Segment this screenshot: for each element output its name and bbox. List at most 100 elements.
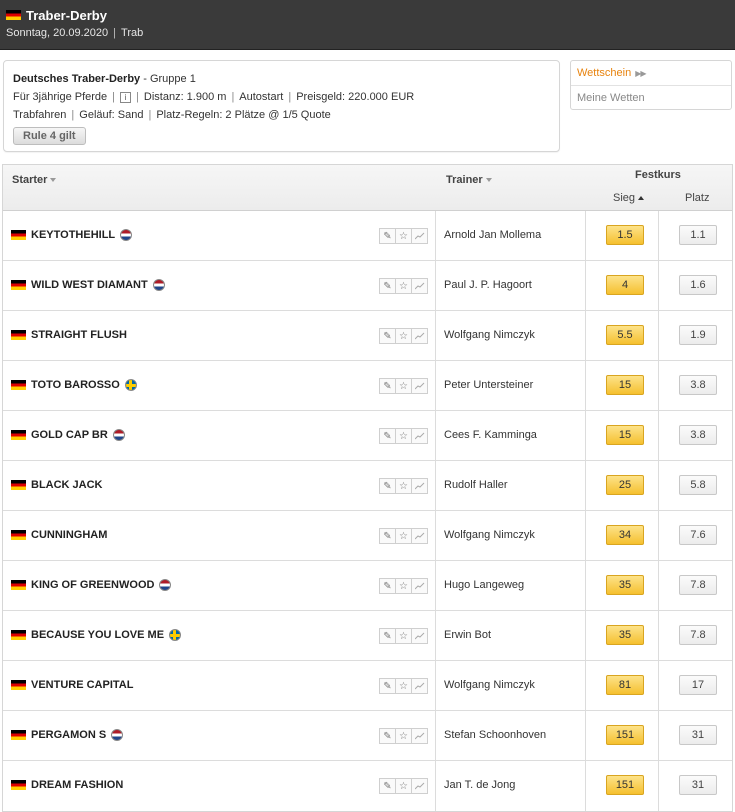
sieg-odds-button[interactable]: 35 bbox=[606, 625, 644, 645]
pencil-icon[interactable]: ✎ bbox=[379, 428, 396, 444]
chart-icon[interactable] bbox=[411, 728, 428, 744]
platz-odds-button[interactable]: 7.8 bbox=[679, 575, 717, 595]
platz-odds-button[interactable]: 7.6 bbox=[679, 525, 717, 545]
star-icon[interactable]: ☆ bbox=[395, 278, 412, 294]
sieg-odds-button[interactable]: 151 bbox=[606, 725, 644, 745]
wettschein-link[interactable]: Wettschein ▶▶ bbox=[571, 61, 731, 85]
chart-icon[interactable] bbox=[411, 278, 428, 294]
pencil-icon[interactable]: ✎ bbox=[379, 278, 396, 294]
wettschein-label: Wettschein bbox=[577, 67, 632, 79]
sieg-odds-button[interactable]: 151 bbox=[606, 775, 644, 795]
pencil-icon[interactable]: ✎ bbox=[379, 528, 396, 544]
race-name: Deutsches Traber-Derby bbox=[13, 73, 141, 85]
sieg-odds-button[interactable]: 25 bbox=[606, 475, 644, 495]
horse-name[interactable]: PERGAMON S bbox=[31, 729, 106, 741]
horse-name[interactable]: CUNNINGHAM bbox=[31, 529, 107, 541]
star-icon[interactable]: ☆ bbox=[395, 728, 412, 744]
star-icon[interactable]: ☆ bbox=[395, 478, 412, 494]
table-row: VENTURE CAPITAL ✎ ☆ Wolfgang Nimczyk 81 … bbox=[3, 661, 732, 711]
horse-name[interactable]: BECAUSE YOU LOVE ME bbox=[31, 629, 164, 641]
chart-icon[interactable] bbox=[411, 778, 428, 794]
star-icon[interactable]: ☆ bbox=[395, 528, 412, 544]
sieg-odds-button[interactable]: 15 bbox=[606, 375, 644, 395]
chart-icon[interactable] bbox=[411, 678, 428, 694]
platz-odds-button[interactable]: 1.9 bbox=[679, 325, 717, 345]
sieg-odds-button[interactable]: 1.5 bbox=[606, 225, 644, 245]
pencil-icon[interactable]: ✎ bbox=[379, 478, 396, 494]
horse-name[interactable]: WILD WEST DIAMANT bbox=[31, 279, 148, 291]
col-platz[interactable]: Platz bbox=[685, 192, 709, 204]
platz-odds-button[interactable]: 3.8 bbox=[679, 375, 717, 395]
chart-icon[interactable] bbox=[411, 628, 428, 644]
trainer-cell: Wolfgang Nimczyk bbox=[436, 661, 586, 710]
starter-cell: KEYTOTHEHILL ✎ ☆ bbox=[3, 211, 436, 260]
star-icon[interactable]: ☆ bbox=[395, 378, 412, 394]
info-icon[interactable]: i bbox=[120, 91, 132, 103]
starter-cell: BLACK JACK ✎ ☆ bbox=[3, 461, 436, 510]
sieg-odds-button[interactable]: 15 bbox=[606, 425, 644, 445]
horse-name[interactable]: KEYTOTHEHILL bbox=[31, 229, 115, 241]
chart-icon[interactable] bbox=[411, 478, 428, 494]
platz-cell: 1.9 bbox=[659, 311, 734, 360]
horse-name[interactable]: TOTO BAROSSO bbox=[31, 379, 120, 391]
chart-icon[interactable] bbox=[411, 228, 428, 244]
table-row: CUNNINGHAM ✎ ☆ Wolfgang Nimczyk 34 7.6 bbox=[3, 511, 732, 561]
sieg-odds-button[interactable]: 81 bbox=[606, 675, 644, 695]
horse-name[interactable]: BLACK JACK bbox=[31, 479, 103, 491]
star-icon[interactable]: ☆ bbox=[395, 678, 412, 694]
horse-name[interactable]: STRAIGHT FLUSH bbox=[31, 329, 127, 341]
col-trainer[interactable]: Trainer bbox=[446, 174, 492, 186]
pencil-icon[interactable]: ✎ bbox=[379, 628, 396, 644]
sort-arrow-icon bbox=[485, 178, 492, 183]
germany-flag-icon bbox=[11, 530, 26, 540]
pencil-icon[interactable]: ✎ bbox=[379, 578, 396, 594]
pencil-icon[interactable]: ✎ bbox=[379, 778, 396, 794]
pencil-icon[interactable]: ✎ bbox=[379, 228, 396, 244]
platz-odds-button[interactable]: 5.8 bbox=[679, 475, 717, 495]
platz-odds-button[interactable]: 31 bbox=[679, 725, 717, 745]
star-icon[interactable]: ☆ bbox=[395, 578, 412, 594]
chart-icon[interactable] bbox=[411, 378, 428, 394]
chart-icon[interactable] bbox=[411, 528, 428, 544]
platz-odds-button[interactable]: 1.1 bbox=[679, 225, 717, 245]
star-icon[interactable]: ☆ bbox=[395, 628, 412, 644]
horse-name[interactable]: VENTURE CAPITAL bbox=[31, 679, 133, 691]
chart-icon[interactable] bbox=[411, 328, 428, 344]
sieg-cell: 151 bbox=[586, 711, 659, 760]
platz-odds-button[interactable]: 31 bbox=[679, 775, 717, 795]
trainer-cell: Wolfgang Nimczyk bbox=[436, 511, 586, 560]
sieg-odds-button[interactable]: 5.5 bbox=[606, 325, 644, 345]
horse-name[interactable]: KING OF GREENWOOD bbox=[31, 579, 154, 591]
platz-odds-button[interactable]: 1.6 bbox=[679, 275, 717, 295]
starter-cell: KING OF GREENWOOD ✎ ☆ bbox=[3, 561, 436, 610]
trainer-cell: Hugo Langeweg bbox=[436, 561, 586, 610]
platz-odds-button[interactable]: 7.8 bbox=[679, 625, 717, 645]
chart-icon[interactable] bbox=[411, 428, 428, 444]
platz-odds-button[interactable]: 17 bbox=[679, 675, 717, 695]
pencil-icon[interactable]: ✎ bbox=[379, 378, 396, 394]
sieg-odds-button[interactable]: 4 bbox=[606, 275, 644, 295]
starter-cell: PERGAMON S ✎ ☆ bbox=[3, 711, 436, 760]
sieg-cell: 151 bbox=[586, 761, 659, 811]
meine-wetten-link[interactable]: Meine Wetten bbox=[571, 85, 731, 109]
horse-name[interactable]: DREAM FASHION bbox=[31, 779, 123, 791]
sieg-odds-button[interactable]: 34 bbox=[606, 525, 644, 545]
sieg-odds-button[interactable]: 35 bbox=[606, 575, 644, 595]
pencil-icon[interactable]: ✎ bbox=[379, 678, 396, 694]
star-icon[interactable]: ☆ bbox=[395, 428, 412, 444]
col-sieg[interactable]: Sieg bbox=[613, 192, 645, 204]
sieg-cell: 1.5 bbox=[586, 211, 659, 260]
table-row: TOTO BAROSSO ✎ ☆ Peter Untersteiner 15 3… bbox=[3, 361, 732, 411]
pencil-icon[interactable]: ✎ bbox=[379, 328, 396, 344]
horse-name[interactable]: GOLD CAP BR bbox=[31, 429, 108, 441]
trainer-name: Jan T. de Jong bbox=[444, 779, 516, 791]
platz-odds-button[interactable]: 3.8 bbox=[679, 425, 717, 445]
trainer-name: Erwin Bot bbox=[444, 629, 492, 641]
star-icon[interactable]: ☆ bbox=[395, 228, 412, 244]
rule4-button[interactable]: Rule 4 gilt bbox=[13, 127, 86, 145]
star-icon[interactable]: ☆ bbox=[395, 778, 412, 794]
chart-icon[interactable] bbox=[411, 578, 428, 594]
pencil-icon[interactable]: ✎ bbox=[379, 728, 396, 744]
star-icon[interactable]: ☆ bbox=[395, 328, 412, 344]
col-starter[interactable]: Starter bbox=[12, 174, 57, 186]
